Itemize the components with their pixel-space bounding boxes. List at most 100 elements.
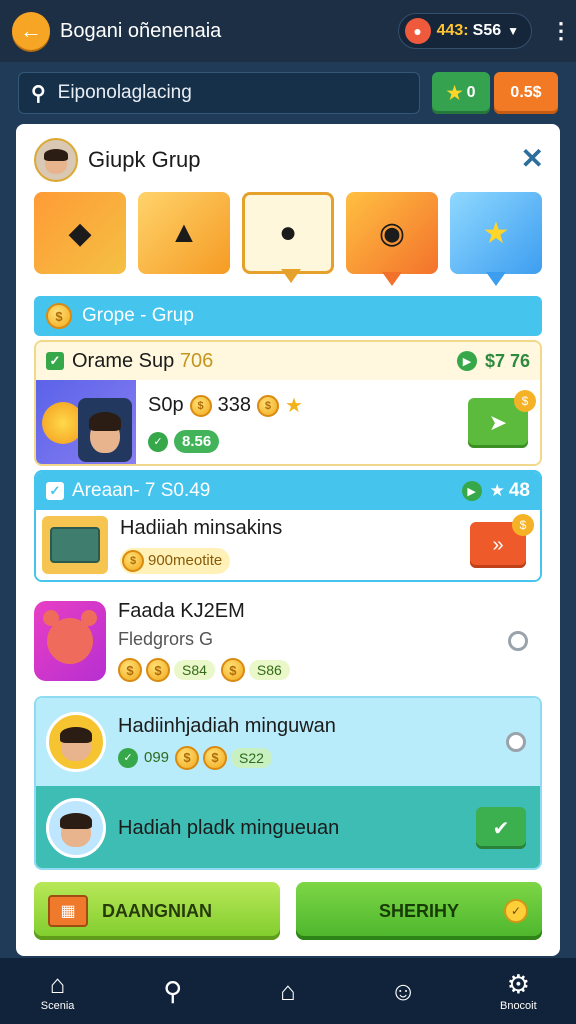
- tile-pizza[interactable]: ▲: [138, 192, 230, 274]
- search-input[interactable]: [57, 82, 388, 104]
- currency-gold-value: 443:: [436, 22, 469, 39]
- select-radio[interactable]: [508, 631, 528, 651]
- left-action-button[interactable]: ▦ DAANGNIAN: [34, 882, 280, 940]
- home-icon: ⌂: [49, 969, 66, 999]
- category-tiles: ◆ ▲ ● ◉ ★: [34, 192, 542, 292]
- weekly-top-coins: ✓ 099 $ $ S22: [118, 745, 506, 770]
- tile-pumpkin[interactable]: ●: [242, 192, 334, 283]
- nav-home-label: Scenia: [40, 1000, 75, 1012]
- section-weekly: Hadiinhjadiah minguwan ✓ 099 $ $ S22 Had…: [34, 696, 542, 870]
- weekly-bottom-info: Hadiah pladk mingueuan: [106, 817, 476, 840]
- bear-coins: $ $ S84 $ S86: [118, 658, 508, 682]
- group-card: Giupk Grup ✕ ◆ ▲ ● ◉ ★ $ Grope - Grup ✓ …: [16, 124, 560, 956]
- calendar-icon: ▦: [48, 895, 88, 927]
- section-reward-header: ✓ Areaan- 7 S0.49 ▶ ★ 48: [36, 472, 540, 510]
- bear-subtitle: Fledgrors G: [118, 629, 214, 649]
- coin-icon: $: [122, 549, 144, 572]
- face-icon: ☺: [389, 976, 417, 1006]
- play-icon: ▶: [456, 351, 477, 371]
- gear-icon: ⚙: [506, 969, 530, 999]
- coin-icon: $: [220, 658, 245, 682]
- tile-coins[interactable]: ◉: [346, 192, 438, 286]
- reward-coin-pill: $ 900meotite: [120, 547, 231, 574]
- section-offer-body: S0p $ 338 $ ★ ✓ 8.56 ➤ $: [36, 380, 540, 464]
- group-banner: $ Grope - Grup: [34, 296, 542, 336]
- confirm-check-button[interactable]: ✔: [476, 807, 526, 849]
- section-offer: ✓ Orame Sup 706 ▶ $7 76 S0p $ 338 $ ★ ✓ …: [34, 340, 542, 466]
- check-icon: ✓: [118, 747, 138, 768]
- coin-badge-icon: $: [514, 390, 536, 412]
- nav-settings[interactable]: ⚙ Bnocoit: [483, 961, 553, 1021]
- star-button[interactable]: ★ 0: [432, 72, 490, 114]
- weekly-top-title: Hadiinhjadiah minguwan: [118, 714, 336, 737]
- coin-badge-icon: $: [512, 514, 534, 536]
- coin-icon: $: [46, 303, 72, 329]
- bear-info: Faada KJ2EM Fledgrors G $ $ S84 $ S86: [106, 600, 508, 682]
- offer-go-button[interactable]: ➤ $: [468, 390, 536, 448]
- nav-face[interactable]: ☺: [368, 961, 438, 1021]
- card-title: Giupk Grup: [88, 147, 201, 172]
- right-action-button[interactable]: SHERIHY ✓: [296, 882, 542, 940]
- back-arrow-icon[interactable]: ←: [12, 12, 50, 50]
- section-offer-title-extra: 706: [179, 349, 214, 372]
- group-banner-label: Grope - Grup: [82, 305, 194, 326]
- search-box: ⚲: [18, 72, 420, 114]
- tile-gems[interactable]: ◆: [34, 192, 126, 274]
- offer-pill: 8.56: [174, 430, 220, 453]
- reward-go-button[interactable]: » $: [470, 514, 534, 568]
- select-radio[interactable]: [506, 732, 526, 752]
- section-reward-title: Areaan- 7 S0.49: [72, 480, 211, 501]
- checkbox-icon[interactable]: ✓: [46, 482, 64, 500]
- chevron-down-icon: ▼: [507, 24, 519, 38]
- list-item-bear[interactable]: Faada KJ2EM Fledgrors G $ $ S84 $ S86: [34, 596, 542, 686]
- currency-selector[interactable]: ● 443: S56 ▼: [397, 13, 532, 49]
- star-icon: ★: [489, 481, 505, 500]
- kebab-menu-icon[interactable]: ⋮: [550, 18, 572, 44]
- section-reward-body: Hadiiah minsakins $ 900meotite » $: [36, 510, 540, 580]
- star-value: 0: [466, 84, 476, 101]
- pizza-icon: ▲: [169, 216, 199, 249]
- search-icon: ⚲: [31, 82, 46, 105]
- right-action-label: SHERIHY: [378, 900, 459, 921]
- weekly-top-info: Hadiinhjadiah minguwan ✓ 099 $ $ S22: [106, 715, 506, 770]
- coin-icon: $: [189, 394, 212, 417]
- piggy-icon: ●: [404, 18, 431, 44]
- weekly-top-val1: 099: [144, 749, 170, 766]
- coin-icon: $: [175, 745, 200, 770]
- tile-stars[interactable]: ★: [450, 192, 542, 286]
- money-image: [42, 516, 108, 574]
- left-action-label: DAANGNIAN: [102, 900, 212, 921]
- play-icon: ▶: [461, 481, 482, 501]
- bear-title: Faada KJ2EM: [118, 600, 245, 622]
- weekly-avatar-2: [46, 798, 106, 858]
- top-bar: ← Bogani oñenenaia ● 443: S56 ▼ ⋮: [0, 0, 576, 62]
- section-offer-price: $7 76: [484, 350, 530, 371]
- nav-home[interactable]: ⌂ Scenia: [23, 961, 93, 1021]
- nav-settings-label: Bnocoit: [499, 1000, 537, 1012]
- star-icon: ★: [284, 395, 303, 417]
- weekly-bottom-row[interactable]: Hadiah pladk mingueuan ✔: [36, 786, 540, 868]
- coin-icon: $: [146, 658, 170, 682]
- orange-button[interactable]: 0.5$: [494, 72, 558, 114]
- coin-icon: $: [118, 658, 142, 682]
- nav-search[interactable]: ⚲: [138, 961, 208, 1021]
- offer-row-text: S0p: [148, 394, 184, 416]
- check-coin-icon: ✓: [504, 899, 528, 923]
- weekly-bottom-title: Hadiah pladk mingueuan: [118, 816, 340, 839]
- pumpkin-icon: ●: [278, 216, 298, 249]
- offer-avatar: [78, 398, 132, 462]
- user-avatar: [34, 138, 78, 182]
- close-icon[interactable]: ✕: [521, 142, 544, 175]
- section-reward-score: 48: [508, 480, 530, 501]
- card-header: Giupk Grup: [34, 138, 201, 182]
- search-row: ⚲ ★ 0 0.5$: [18, 72, 558, 114]
- coins-icon: ◉: [378, 216, 406, 250]
- reward-info: Hadiiah minsakins $ 900meotite: [108, 517, 470, 574]
- bottom-nav: ⌂ Scenia ⚲ ⌂ ☺ ⚙ Bnocoit: [0, 958, 576, 1024]
- weekly-top-row[interactable]: Hadiinhjadiah minguwan ✓ 099 $ $ S22: [36, 698, 540, 786]
- offer-row-value: 338: [217, 394, 251, 416]
- nav-house[interactable]: ⌂: [253, 961, 323, 1021]
- checkbox-icon[interactable]: ✓: [46, 352, 64, 370]
- bear-value-1: S84: [174, 660, 215, 680]
- offer-info: S0p $ 338 $ ★ ✓ 8.56: [136, 393, 468, 453]
